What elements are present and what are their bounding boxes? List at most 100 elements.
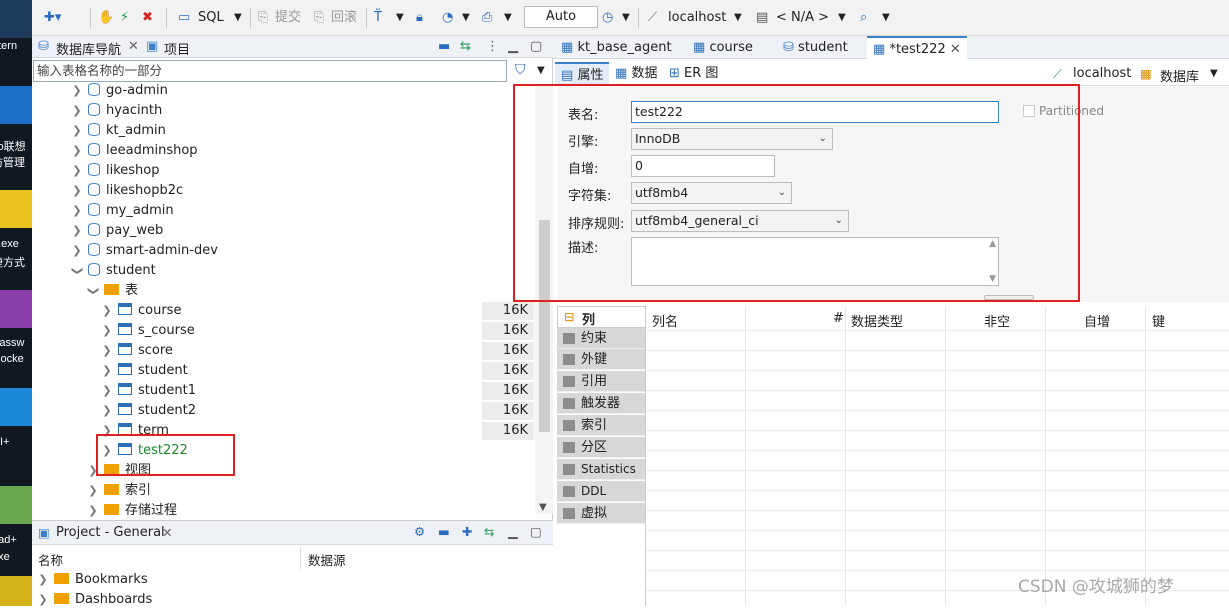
chevron-down-icon[interactable]: ▼ [1210, 68, 1218, 79]
minimize-icon[interactable]: ▁ [508, 39, 518, 54]
side-tab-partitions[interactable]: 分区 [557, 437, 645, 458]
tree-item-database[interactable]: ❯ leeadminshop [70, 141, 198, 161]
charset-select[interactable]: utf8mb4 ⌄ [631, 182, 792, 204]
chevron-right-icon[interactable]: ❯ [86, 481, 100, 501]
scroll-up-icon[interactable]: ▲ [989, 239, 996, 249]
tree-item-table[interactable]: ❯ term [100, 421, 169, 441]
chevron-right-icon[interactable]: ❯ [100, 421, 114, 441]
tree-item-database[interactable]: ❯ likeshop [70, 161, 160, 181]
column-header-index[interactable]: # [833, 311, 844, 326]
collapse-all-icon[interactable]: ▬ [438, 524, 450, 539]
project-panel-title[interactable]: Project - General [56, 525, 165, 540]
chevron-right-icon[interactable]: ❯ [70, 161, 84, 181]
chevron-down-icon[interactable]: ▼ [622, 9, 630, 27]
commit-button[interactable]: 提交 [275, 9, 301, 27]
chevron-right-icon[interactable]: ❯ [70, 201, 84, 221]
side-tab-columns-active[interactable]: ⊟ 列 [557, 306, 645, 328]
side-tab-triggers[interactable]: 触发器 [557, 393, 645, 414]
new-connection-icon[interactable]: ✚▾ [44, 9, 61, 27]
plug-icon[interactable]: ✋ [98, 9, 114, 27]
table-filter-input[interactable]: 输入表格名称的一部分 [33, 60, 507, 82]
print-icon[interactable]: ⎙ [482, 9, 492, 27]
tab-projects[interactable]: 项目 [164, 39, 190, 58]
chevron-down-icon[interactable]: ▼ [734, 9, 742, 27]
chevron-right-icon[interactable]: ❯ [100, 361, 114, 381]
chevron-right-icon[interactable]: ❯ [100, 341, 114, 361]
tree-item-database[interactable]: ❯ smart-admin-dev [70, 241, 218, 261]
link-editor-icon[interactable]: ⇆ [484, 524, 494, 539]
tree-item-procedures-folder[interactable]: ❯ 存储过程 [86, 501, 177, 519]
chevron-down-icon[interactable]: ▼ [838, 9, 846, 27]
engine-select[interactable]: InnoDB ⌄ [631, 128, 833, 150]
tree-item-table[interactable]: ❯ student1 [100, 381, 196, 401]
active-schema-selector[interactable]: < N/A > [776, 9, 829, 27]
chevron-right-icon[interactable]: ❯ [70, 121, 84, 141]
column-header-key[interactable]: 键 [1152, 311, 1165, 330]
chevron-right-icon[interactable]: ❯ [100, 301, 114, 321]
side-tab-virtual[interactable]: 虚拟 [557, 503, 645, 524]
project-item[interactable]: ❯ Bookmarks [36, 570, 147, 590]
view-menu-icon[interactable]: ⋮ [486, 39, 499, 54]
chevron-right-icon[interactable]: ❯ [36, 590, 50, 610]
chevron-down-icon[interactable]: ▼ [396, 9, 404, 27]
app-icon[interactable] [0, 0, 32, 38]
tree-item-table[interactable]: ❯ s_course [100, 321, 195, 341]
dashboard-icon[interactable]: ◔ [442, 9, 453, 27]
column-header-source[interactable]: 数据源 [308, 550, 346, 569]
partitioned-checkbox[interactable] [1023, 105, 1035, 117]
collation-select[interactable]: utf8mb4_general_ci ⌄ [631, 210, 849, 232]
editor-tab-active[interactable]: ▦ *test222 ✕ [867, 36, 967, 59]
gear-icon[interactable]: ⚙ [414, 524, 425, 539]
sql-editor-icon[interactable]: ▭ [178, 9, 190, 27]
tree-item-indexes-folder[interactable]: ❯ 索引 [86, 481, 151, 501]
disconnect-icon[interactable]: ✖ [142, 9, 153, 27]
app-icon[interactable] [0, 576, 32, 606]
tree-item-table-new[interactable]: ❯ test222 [100, 441, 188, 461]
auto-commit-mode-field[interactable]: Auto [524, 6, 598, 28]
chevron-down-icon[interactable]: ▼ [504, 9, 512, 27]
chevron-down-icon[interactable]: ▼ [537, 65, 545, 76]
subtab-data[interactable]: ▦ 数据 [609, 62, 663, 85]
link-editor-icon[interactable]: ⇆ [460, 39, 471, 54]
collapse-all-icon[interactable]: ▬ [438, 39, 450, 54]
column-header-auto-increment[interactable]: 自增 [1084, 311, 1110, 330]
scroll-down-icon[interactable]: ▼ [989, 274, 996, 284]
chevron-right-icon[interactable]: ❯ [100, 321, 114, 341]
tree-item-table[interactable]: ❯ score [100, 341, 173, 361]
tree-item-table[interactable]: ❯ student2 [100, 401, 196, 421]
side-tab-constraints[interactable]: 约束 [557, 328, 645, 349]
tree-item-database[interactable]: ❯ student [70, 261, 156, 281]
chevron-right-icon[interactable]: ❯ [70, 141, 84, 161]
chevron-right-icon[interactable]: ❯ [100, 441, 114, 461]
sql-button[interactable]: SQL [198, 9, 224, 27]
tree-item-database[interactable]: ❯ kt_admin [70, 121, 166, 141]
chevron-down-icon[interactable]: ▼ [882, 9, 890, 27]
chevron-right-icon[interactable]: ❯ [70, 221, 84, 241]
transaction-mode-icon[interactable]: T̈ [374, 9, 382, 27]
scrollbar-thumb[interactable] [539, 220, 550, 432]
tree-item-table[interactable]: ❯ student [100, 361, 188, 381]
column-header-name[interactable]: 列名 [652, 311, 678, 330]
splitter-handle[interactable] [984, 295, 1034, 300]
app-icon[interactable] [0, 190, 32, 228]
column-header-not-null[interactable]: 非空 [984, 311, 1010, 330]
chevron-down-icon[interactable]: ▼ [539, 502, 547, 513]
chevron-down-icon[interactable]: ❯ [83, 284, 103, 298]
rollback-button[interactable]: 回滚 [331, 9, 357, 27]
chevron-right-icon[interactable]: ❯ [70, 241, 84, 261]
close-icon[interactable]: ✕ [950, 42, 961, 57]
editor-tab[interactable]: ⛁ student [777, 36, 854, 59]
tree-item-table[interactable]: ❯ course [100, 301, 181, 321]
active-connection-selector[interactable]: localhost [668, 9, 726, 27]
column-header-name[interactable]: 名称 [38, 550, 63, 569]
side-tab-ddl[interactable]: DDL [557, 481, 645, 502]
subtab-properties[interactable]: ▤ 属性 [555, 62, 610, 85]
add-icon[interactable]: ✚ [462, 524, 472, 539]
tree-item-tables-folder[interactable]: ❯ 表 [86, 281, 138, 301]
chevron-right-icon[interactable]: ❯ [86, 501, 100, 519]
tree-item-database[interactable]: ❯ hyacinth [70, 101, 162, 121]
tree-item-database[interactable]: ❯ pay_web [70, 221, 163, 241]
app-icon[interactable] [0, 388, 32, 426]
chevron-right-icon[interactable]: ❯ [100, 401, 114, 421]
project-item[interactable]: ❯ Dashboards [36, 590, 152, 610]
